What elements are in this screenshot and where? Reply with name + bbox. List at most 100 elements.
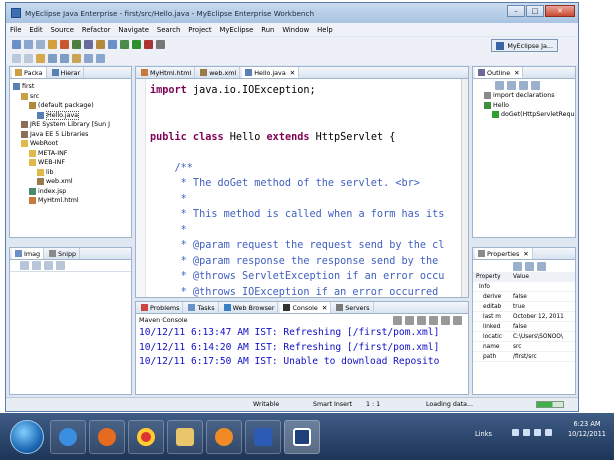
forward-icon[interactable] [24,53,33,63]
tree-item[interactable]: Hello.java [13,110,131,121]
tree-item[interactable]: web.xml [13,177,131,187]
save-icon[interactable] [24,39,33,49]
taskbar-ie[interactable] [50,419,86,454]
tray-volume-icon[interactable] [545,429,552,436]
title-bar[interactable]: MyEclipse Java Enterprise - first/src/He… [6,3,578,23]
hide-static-icon[interactable] [519,80,528,90]
menu-myeclipse[interactable]: MyEclipse [220,26,254,34]
tree-item[interactable]: lib [13,168,131,178]
tab-outline[interactable]: Outline ✕ [475,67,524,78]
property-row[interactable]: derive false [473,292,575,302]
taskbar-firefox[interactable] [89,419,125,454]
tree-item[interactable]: WebRoot [13,139,131,149]
back-icon[interactable] [12,53,21,63]
pin-console-icon[interactable] [441,316,450,325]
tree-item[interactable]: META-INF [13,149,131,159]
tray-network-icon[interactable] [534,429,541,436]
menu-project[interactable]: Project [188,26,211,34]
server-icon[interactable] [48,39,57,49]
tab-webxml[interactable]: web.xml [197,67,241,78]
column-header-value[interactable]: Value [513,274,529,280]
tray-arrow-icon[interactable] [512,429,519,436]
run-server-icon[interactable] [72,39,81,49]
rotate-icon[interactable] [56,261,65,270]
terminate-icon[interactable] [393,316,402,325]
clock[interactable]: 6:23 AM 10/12/2011 [568,419,606,439]
close-button[interactable]: ✕ [545,5,575,17]
run-icon[interactable] [132,39,141,49]
print-icon[interactable] [36,39,45,49]
menu-help[interactable]: Help [317,26,333,34]
tab-servers[interactable]: Servers [333,302,374,313]
next-edit-icon[interactable] [96,53,105,63]
perspective-switcher[interactable]: MyEclipse Ja... [491,39,558,52]
minimize-button[interactable]: – [507,5,525,17]
tray-flag-icon[interactable] [523,429,530,436]
tab-hello-java[interactable]: Hello.java ✕ [242,67,300,78]
menu-file[interactable]: File [10,26,21,34]
hide-nonpublic-icon[interactable] [531,80,540,90]
zoom-in-icon[interactable] [20,261,29,270]
close-tab-icon[interactable]: ✕ [523,250,528,258]
search-icon[interactable] [156,39,165,49]
tree-item[interactable]: WEB-INF [13,158,131,168]
code-area[interactable]: import java.io.IOException; public class … [150,83,444,297]
new-class-icon[interactable] [60,53,69,63]
property-group[interactable]: Info [473,284,490,290]
tree-item[interactable]: doGet(HttpServletRequ [476,110,575,120]
annotation-icon[interactable] [72,53,81,63]
tab-web-browser[interactable]: Web Browser [221,302,279,313]
sort-icon[interactable] [495,80,504,90]
tab-package-explorer[interactable]: Packa [12,67,47,78]
property-row[interactable]: last m October 12, 2011 [473,312,575,322]
start-button[interactable] [10,419,44,454]
tree-item[interactable]: index.jsp [13,187,131,197]
wizard-icon[interactable] [96,39,105,49]
property-row[interactable]: name src [473,342,575,352]
scroll-lock-icon[interactable] [429,316,438,325]
menu-run[interactable]: Run [261,26,274,34]
deploy-icon[interactable] [60,39,69,49]
taskbar-myeclipse[interactable] [284,419,320,454]
property-row[interactable]: path/first/src [473,352,575,362]
open-type-icon[interactable] [108,39,117,49]
advanced-icon[interactable] [525,261,534,271]
debug-icon[interactable] [120,39,129,49]
tab-properties[interactable]: Properties ✕ [475,248,533,259]
new-icon[interactable] [12,39,21,49]
menu-source[interactable]: Source [51,26,74,34]
tab-myhtml[interactable]: MyHtml.html [138,67,196,78]
tree-item[interactable]: import declarations [476,91,575,101]
external-tools-icon[interactable] [144,39,153,49]
menu-refactor[interactable]: Refactor [82,26,111,34]
remove-launch-icon[interactable] [405,316,414,325]
filter-icon[interactable] [537,261,546,271]
tab-hierarchy[interactable]: Hierar [49,67,85,78]
tab-problems[interactable]: Problems [138,302,184,313]
tree-item[interactable]: Hello [476,101,575,111]
taskbar-media-player[interactable] [206,419,242,454]
menu-window[interactable]: Window [282,26,309,34]
categories-icon[interactable] [513,261,522,271]
tab-tasks[interactable]: Tasks [185,302,219,313]
property-row[interactable]: editab true [473,302,575,312]
tab-console[interactable]: Console ✕ [280,302,332,313]
hide-fields-icon[interactable] [507,80,516,90]
clear-console-icon[interactable] [417,316,426,325]
tab-snippets[interactable]: Snipp [46,248,81,259]
prev-edit-icon[interactable] [84,53,93,63]
editor-scrollbar[interactable] [461,79,468,297]
tree-item[interactable]: Java EE 5 Libraries [13,130,131,140]
tree-item[interactable]: (default package) [13,101,131,111]
open-folder-icon[interactable] [36,53,45,63]
tab-image[interactable]: Imag [12,248,45,259]
console-output[interactable]: 10/12/11 6:13:47 AM IST: Refreshing [/fi… [136,326,468,370]
open-console-icon[interactable] [453,316,462,325]
zoom-out-icon[interactable] [32,261,41,270]
taskbar-chrome[interactable] [128,419,164,454]
new-package-icon[interactable] [48,53,57,63]
links-toolbar[interactable]: Links [475,430,492,438]
property-row[interactable]: linked false [473,322,575,332]
column-header-property[interactable]: Property [473,274,513,280]
tree-item[interactable]: MyHtml.html [13,196,131,206]
